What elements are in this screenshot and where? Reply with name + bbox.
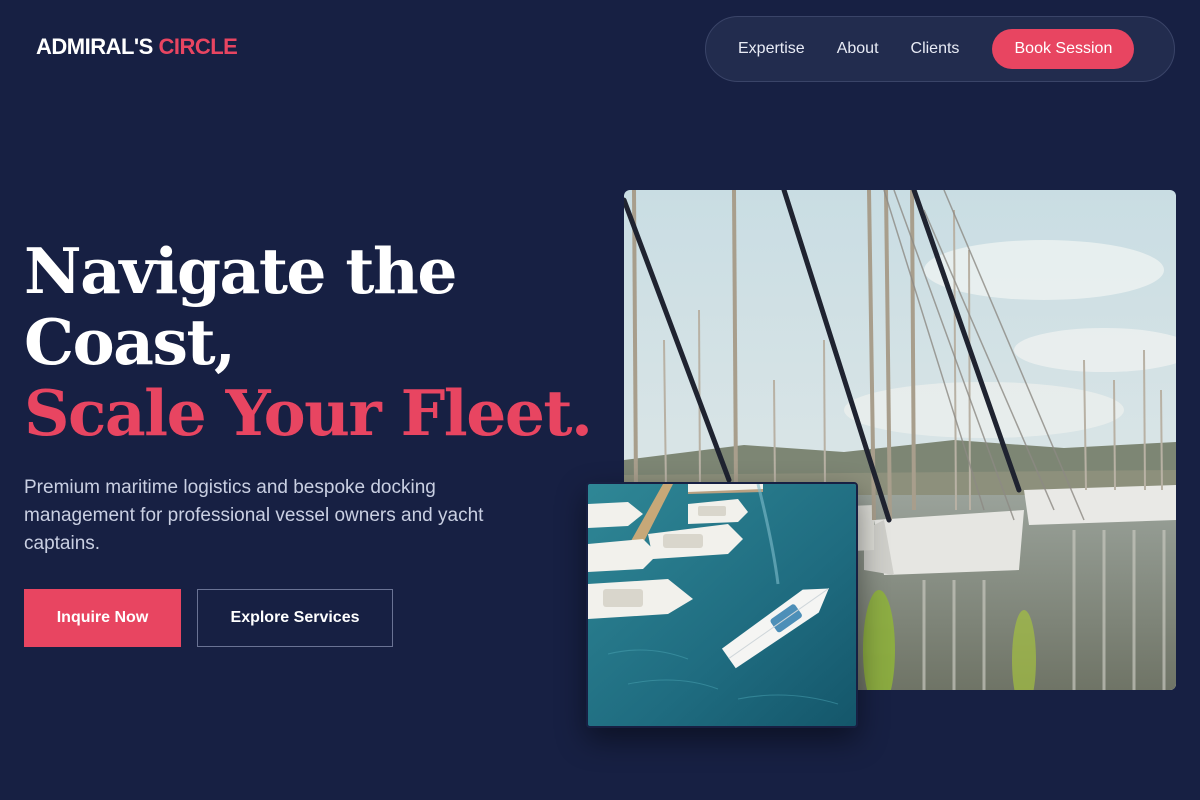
aerial-marina-image <box>586 482 858 728</box>
brand-logo[interactable]: ADMIRAL'S CIRCLE <box>36 34 238 60</box>
brand-name-primary: ADMIRAL'S <box>36 34 153 59</box>
hero-title-line-1: Navigate the <box>24 234 457 308</box>
main-navigation: Expertise About Clients Book Session <box>705 16 1175 82</box>
nav-link-about[interactable]: About <box>837 40 879 58</box>
hero-subtitle: Premium maritime logistics and bespoke d… <box>24 477 484 554</box>
brand-name-accent: CIRCLE <box>158 34 238 59</box>
hero-title-line-3: Scale Your Fleet. <box>24 376 593 450</box>
nav-link-expertise[interactable]: Expertise <box>738 40 805 58</box>
hero-title-line-2: Coast, <box>24 305 236 379</box>
book-session-button[interactable]: Book Session <box>992 29 1135 69</box>
inquire-now-button[interactable]: Inquire Now <box>24 589 181 647</box>
explore-services-button[interactable]: Explore Services <box>197 589 393 647</box>
nav-link-clients[interactable]: Clients <box>911 40 960 58</box>
hero-title: Navigate the Coast, Scale Your Fleet. <box>24 236 604 449</box>
